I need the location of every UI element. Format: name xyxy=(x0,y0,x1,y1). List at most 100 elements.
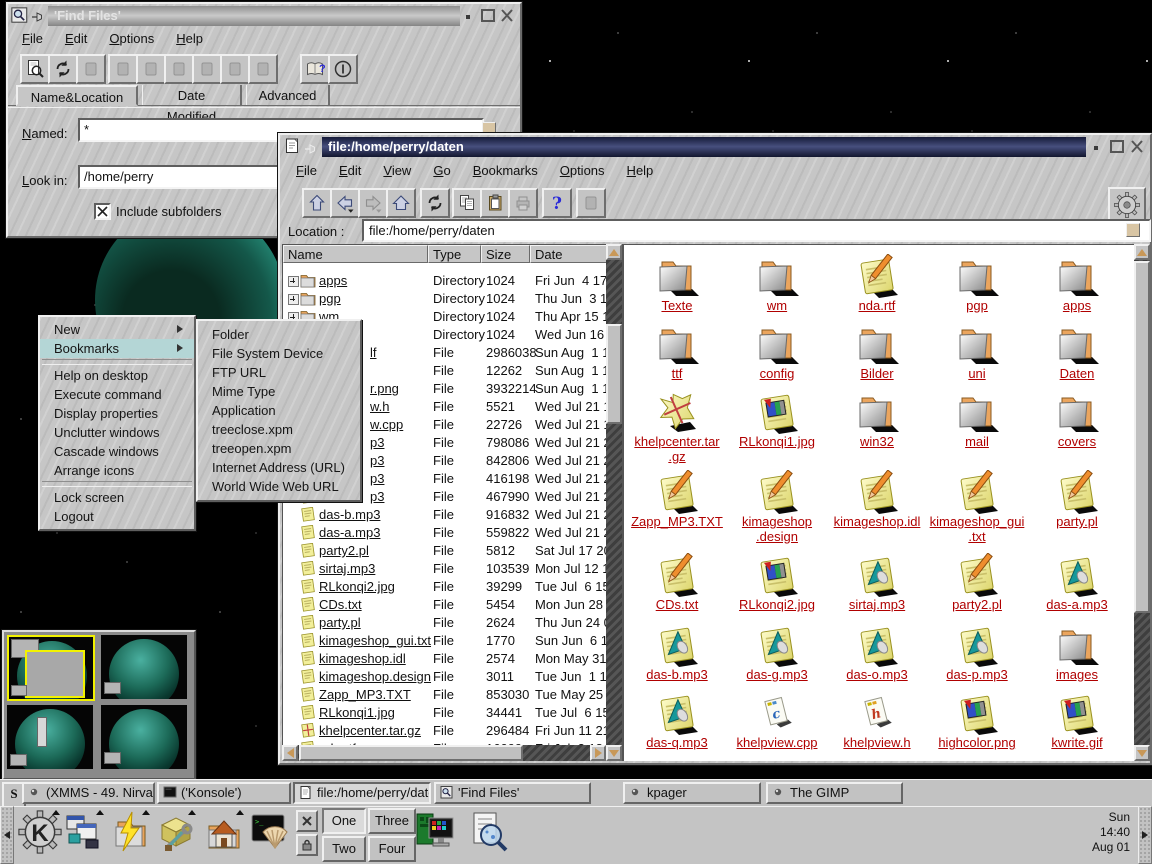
menu-edit[interactable]: Edit xyxy=(65,31,87,46)
tree-file-name[interactable]: CDs.txt xyxy=(319,597,362,612)
file-icon-cell[interactable]: khelpcenter.tar.gz xyxy=(629,390,725,464)
file-icon-label[interactable]: Bilder xyxy=(829,367,925,381)
paste-toolbar-button[interactable] xyxy=(480,188,510,218)
file-icon-cell[interactable]: wm xyxy=(729,254,825,313)
location-clear-button[interactable] xyxy=(1126,223,1140,237)
tree-file-name[interactable]: das-a.mp3 xyxy=(319,525,380,540)
file-icon-cell[interactable]: win32 xyxy=(829,390,925,449)
tree-row[interactable]: RLkonqi1.jpgFile34441Tue Jul 6 15: xyxy=(283,704,607,722)
help-book-toolbar-button[interactable]: ? xyxy=(300,54,330,84)
tree-file-name[interactable]: party.pl xyxy=(319,615,361,630)
maximize-button[interactable] xyxy=(481,9,495,22)
menu-file[interactable]: File xyxy=(296,163,317,178)
taskbar-entry-konsole[interactable]: ('Konsole') xyxy=(157,782,291,804)
submenu-item-mime-type[interactable]: Mime Type xyxy=(198,382,360,401)
scroll-down-button[interactable] xyxy=(606,745,622,761)
panel-hide-left[interactable] xyxy=(0,806,14,864)
file-icon-cell[interactable]: pgp xyxy=(929,254,1025,313)
home-folder-icon[interactable] xyxy=(202,810,246,856)
tree-row[interactable]: kimageshop.idlFile2574Mon May 31 1 xyxy=(283,650,607,668)
save-toolbar-button[interactable] xyxy=(164,54,194,84)
print-toolbar-button[interactable] xyxy=(508,188,538,218)
info-toolbar-button[interactable] xyxy=(328,54,358,84)
file-icon-label[interactable]: Zapp_MP3.TXT xyxy=(629,515,725,529)
tree-row[interactable]: CDs.txtFile5454Mon Jun 28 2 xyxy=(283,596,607,614)
file-icon-label[interactable]: party2.pl xyxy=(929,598,1025,612)
file-icon-cell[interactable]: sirtaj.mp3 xyxy=(829,553,925,612)
display-settings-icon[interactable] xyxy=(414,810,458,856)
context-menu-item-lock-screen[interactable]: Lock screen xyxy=(40,488,194,507)
file-icon-label[interactable]: RLkonqi1.jpg xyxy=(729,435,825,449)
tree-file-name[interactable]: r.png xyxy=(370,381,399,396)
file-icon-cell[interactable]: das-q.mp3 xyxy=(629,691,725,750)
back-toolbar-button[interactable] xyxy=(330,188,360,218)
file-icon-label[interactable]: das-b.mp3 xyxy=(629,668,725,682)
file-icon-label[interactable]: das-q.mp3 xyxy=(629,736,725,750)
cut-toolbar-button[interactable] xyxy=(220,54,250,84)
tree-file-name[interactable]: apps xyxy=(319,273,347,288)
file-icon-label[interactable]: pgp xyxy=(929,299,1025,313)
tree-row[interactable]: das-b.mp3File916832Wed Jul 21 21 xyxy=(283,506,607,524)
file-icon-label[interactable]: .gz xyxy=(629,450,725,464)
file-icon-cell[interactable]: mail xyxy=(929,390,1025,449)
file-icon-label[interactable]: sirtaj.mp3 xyxy=(829,598,925,612)
k-menu-icon[interactable]: K xyxy=(18,810,62,856)
file-icon-cell[interactable]: Zapp_MP3.TXT xyxy=(629,470,725,529)
tree-row[interactable]: kimageshop_gui.txtFile1770Sun Jun 6 14 xyxy=(283,632,607,650)
file-icon-label[interactable]: das-o.mp3 xyxy=(829,668,925,682)
up-toolbar-button[interactable] xyxy=(302,188,332,218)
tree-horizontal-scrollbar[interactable] xyxy=(282,745,606,761)
file-icon-label[interactable]: highcolor.png xyxy=(929,736,1025,750)
pager-desktop-4[interactable] xyxy=(101,705,187,769)
taskbar-entry-find-files[interactable]: 'Find Files' xyxy=(434,782,591,804)
context-menu-item-bookmarks[interactable]: Bookmarks xyxy=(40,339,194,358)
menu-bookmarks[interactable]: Bookmarks xyxy=(473,163,538,178)
desktop-pager-three[interactable]: Three xyxy=(368,808,416,834)
include-subfolders-checkbox[interactable] xyxy=(94,203,111,220)
home-toolbar-button[interactable] xyxy=(386,188,416,218)
file-icon-label[interactable]: .txt xyxy=(929,530,1025,544)
maximize-button[interactable] xyxy=(1110,140,1124,153)
tree-row[interactable]: Zapp_MP3.TXTFile853030Tue May 25 0 xyxy=(283,686,607,704)
file-icon-cell[interactable]: kimageshop.idl xyxy=(829,470,925,529)
file-icon-cell[interactable]: kimageshop.design xyxy=(729,470,825,544)
panel-close-button[interactable] xyxy=(296,810,318,832)
desktop-pager-four[interactable]: Four xyxy=(368,836,416,862)
tree-row[interactable]: party2.plFile5812Sat Jul 17 20: xyxy=(283,542,607,560)
file-icon-cell[interactable]: das-a.mp3 xyxy=(1029,553,1125,612)
tree-file-name[interactable]: party2.pl xyxy=(319,543,369,558)
panel-hide-right[interactable] xyxy=(1138,806,1152,864)
scrollbar-thumb[interactable] xyxy=(1134,261,1150,613)
file-search-icon[interactable] xyxy=(466,810,510,856)
pager-desktop-2[interactable] xyxy=(7,705,93,769)
tree-file-name[interactable]: kimageshop.idl xyxy=(319,651,406,666)
tree-file-name[interactable]: RLkonqi2.jpg xyxy=(319,579,395,594)
file-icon-cell[interactable]: kimageshop_gui.txt xyxy=(929,470,1025,544)
file-icon-label[interactable]: ttf xyxy=(629,367,725,381)
menu-help[interactable]: Help xyxy=(627,163,654,178)
stop-toolbar-button[interactable] xyxy=(576,188,606,218)
tree-file-name[interactable]: lf xyxy=(370,345,377,360)
submenu-item-internet-address-url-[interactable]: Internet Address (URL) xyxy=(198,458,360,477)
file-icon-cell[interactable]: ttf xyxy=(629,322,725,381)
kde-gear-icon[interactable] xyxy=(1108,187,1146,222)
file-icon-cell[interactable]: covers xyxy=(1029,390,1125,449)
tree-row[interactable]: pgpDirectory1024Thu Jun 3 19 xyxy=(283,290,607,308)
menu-options[interactable]: Options xyxy=(560,163,605,178)
file-icon-cell[interactable]: das-g.mp3 xyxy=(729,623,825,682)
file-icon-cell[interactable]: ckhelpview.cpp xyxy=(729,691,825,750)
file-icon-label[interactable]: das-a.mp3 xyxy=(1029,598,1125,612)
file-icon-cell[interactable]: hkhelpview.h xyxy=(829,691,925,750)
pager-window-thumb[interactable] xyxy=(37,717,47,747)
file-icon-label[interactable]: party.pl xyxy=(1029,515,1125,529)
file-icon-label[interactable]: kwrite.gif xyxy=(1029,736,1125,750)
file-icon-cell[interactable]: images xyxy=(1029,623,1125,682)
reload-toolbar-button[interactable] xyxy=(420,188,450,218)
file-icon-label[interactable]: kimageshop_gui xyxy=(929,515,1025,529)
close-button[interactable] xyxy=(500,9,514,22)
lock-screen-button[interactable] xyxy=(296,834,318,856)
file-icon-label[interactable]: .design xyxy=(729,530,825,544)
context-menu-item-arrange-icons[interactable]: Arrange icons xyxy=(40,461,194,480)
tree-file-name[interactable]: sirtaj.mp3 xyxy=(319,561,375,576)
panel-clock[interactable]: Sun 14:40 Aug 01 xyxy=(990,810,1130,855)
